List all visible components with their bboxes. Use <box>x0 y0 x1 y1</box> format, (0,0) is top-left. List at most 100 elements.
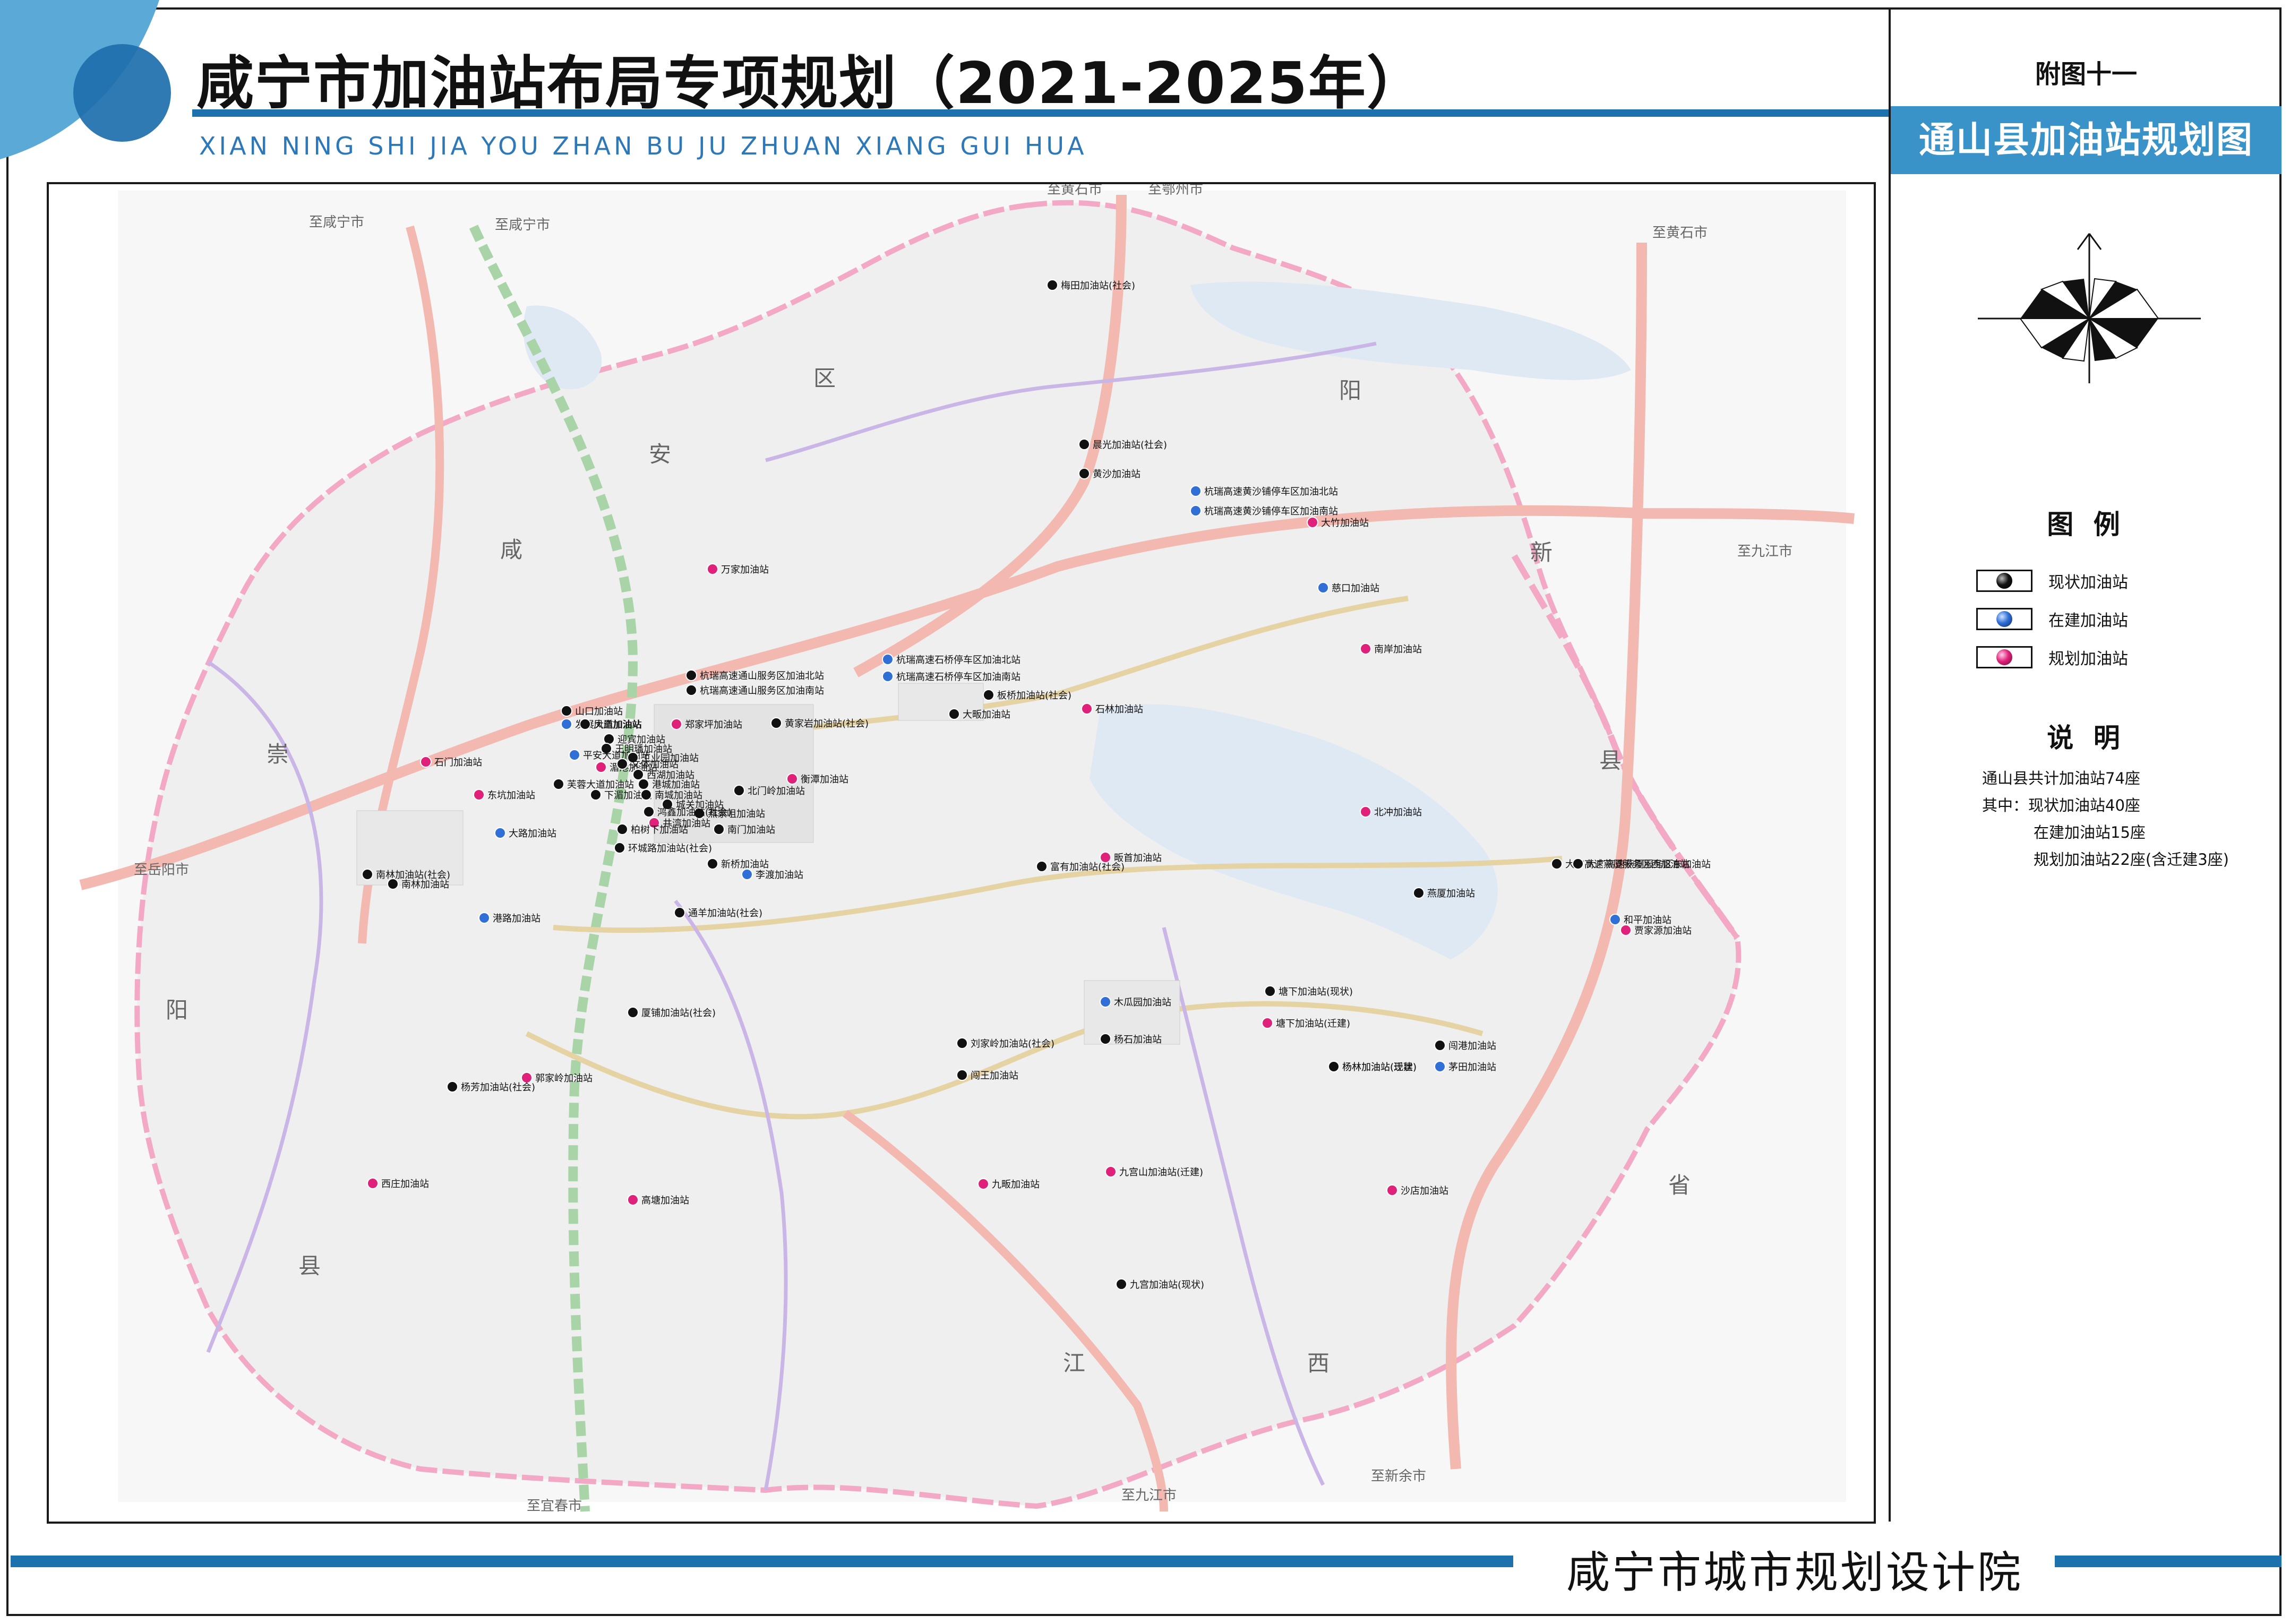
existing-station-icon <box>561 705 572 717</box>
station-marker[interactable]: 环城路加油站(社会) <box>614 842 712 854</box>
region-label: 区 <box>813 365 836 391</box>
region-label: 西 <box>1307 1350 1330 1376</box>
existing-station-icon <box>1996 573 2012 589</box>
existing-station-icon <box>616 758 628 770</box>
construction-station-icon <box>1100 996 1111 1008</box>
station-marker[interactable]: 杭瑞高速通山服务区加油北站 <box>685 669 824 682</box>
station-label: 凤凰加油站 <box>594 719 641 731</box>
planned-station-icon <box>1996 649 2012 665</box>
institute-name: 咸宁市城市规划设计院 <box>1566 1548 2023 1598</box>
construction-station-icon <box>741 869 753 880</box>
construction-station-icon <box>1190 485 1202 497</box>
existing-station-icon <box>1047 279 1058 291</box>
station-label: 塘下加油站(现状) <box>1279 986 1353 998</box>
annex-label: 附图十一 <box>2035 59 2137 89</box>
region-label: 阳 <box>1339 377 1361 403</box>
existing-station-icon <box>640 789 652 801</box>
station-label: 芙蓉大道加油站 <box>567 779 634 790</box>
destination-label: 至黄石市 <box>1047 184 1102 197</box>
existing-station-icon <box>1078 468 1090 479</box>
destination-label: 至九江市 <box>1737 544 1792 560</box>
station-label: 九宫加油站(现状) <box>1130 1279 1204 1291</box>
station-label: 板桥加油站(社会) <box>997 690 1071 701</box>
region-label: 安 <box>649 441 671 467</box>
existing-station-icon <box>627 1007 639 1018</box>
station-label: 大广高速燕厦服务区东加油站 <box>1586 859 1711 870</box>
existing-station-icon <box>1413 887 1425 899</box>
station-label: 大畈加油站 <box>963 709 1010 720</box>
planned-station-icon <box>1105 1166 1117 1178</box>
station-label: 高塘加油站 <box>641 1195 689 1206</box>
station-label: 柏树下加油站 <box>631 824 688 836</box>
station-label: 郑家坪加油站 <box>685 719 742 731</box>
destination-label: 至鄂州市 <box>1148 184 1203 197</box>
station-marker[interactable]: 杭瑞高速黄沙铺停车区加油南站 <box>1190 505 1338 517</box>
planned-station-icon <box>627 1194 639 1206</box>
destination-label: 至黄石市 <box>1652 225 1708 241</box>
existing-station-icon <box>707 858 718 870</box>
legend-item-planned: 规划加油站 <box>1976 645 2128 669</box>
station-label: 石林加油站 <box>1095 704 1143 715</box>
legend-label-existing: 现状加油站 <box>2048 573 2128 592</box>
planned-station-icon <box>1100 852 1111 863</box>
station-label: 环城路加油站(社会) <box>628 843 712 854</box>
station-label: 港城加油站 <box>652 779 700 790</box>
construction-station-icon <box>882 654 894 665</box>
station-label: 九宫山加油站(迁建) <box>1119 1167 1203 1178</box>
destination-label: 至岳阳市 <box>134 862 189 878</box>
existing-station-icon <box>956 1069 968 1081</box>
station-label: 燕厦加油站 <box>1427 888 1475 899</box>
existing-station-icon <box>770 717 782 729</box>
existing-station-icon <box>1036 861 1048 872</box>
note-total: 通山县共计加油站74座 <box>1982 769 2140 787</box>
construction-station-icon <box>1317 582 1329 594</box>
station-label: 港路加油站 <box>493 913 541 924</box>
station-marker[interactable]: 杭瑞高速黄沙铺停车区加油北站 <box>1190 485 1338 497</box>
planned-station-icon <box>786 773 798 785</box>
station-label: 万家加油站 <box>721 564 769 575</box>
station-label: 沙店加油站 <box>1401 1185 1448 1197</box>
note-planned: 规划加油站22座(含迁建3座) <box>2034 850 2229 869</box>
station-marker[interactable]: 刘家岭加油站(社会) <box>956 1037 1054 1050</box>
region-label: 阳 <box>166 997 188 1023</box>
destination-label: 至咸宁市 <box>495 217 550 233</box>
region-label: 崇 <box>267 741 289 767</box>
station-label: 新桥加油站 <box>721 859 769 870</box>
existing-station-icon <box>614 842 625 854</box>
station-label: 木瓜园加油站 <box>1114 997 1171 1008</box>
region-label: 县 <box>298 1253 321 1279</box>
station-label: 九畈加油站 <box>992 1179 1040 1190</box>
station-marker[interactable]: 杭瑞高速通山服务区加油南站 <box>685 684 824 697</box>
station-label: 和平加油站 <box>1624 915 1671 926</box>
station-label: 杨石加油站 <box>1114 1034 1162 1045</box>
station-marker[interactable]: 大广高速燕厦服务区东加油站 <box>1572 858 1711 870</box>
existing-station-icon <box>733 785 745 796</box>
station-label: 杨林加油站(现状) <box>1342 1062 1417 1073</box>
station-label: 西庄加油站 <box>381 1179 429 1190</box>
footer-rule-left <box>11 1556 1513 1567</box>
existing-station-icon <box>447 1081 458 1093</box>
construction-station-icon <box>569 749 580 761</box>
existing-station-icon <box>638 778 649 790</box>
existing-station-icon <box>643 806 655 818</box>
station-label: 黄沙加油站 <box>1093 469 1140 480</box>
station-marker[interactable]: 九宫山加油站(迁建) <box>1105 1166 1203 1178</box>
planned-station-icon <box>1081 703 1093 715</box>
existing-station-icon <box>685 669 697 681</box>
notes-title: 说 明 <box>2047 723 2125 753</box>
existing-station-icon <box>1078 439 1090 450</box>
station-label: 南门加油站 <box>727 824 775 836</box>
region-label: 省 <box>1668 1172 1691 1198</box>
existing-station-icon <box>983 689 994 701</box>
map-canvas: 区安咸崇阳县阳新县江 西省 至咸宁市 至咸宁市至黄石市 至鄂州市至黄石市至九江市至岳阳… <box>79 184 1855 1514</box>
station-label: 杭瑞高速石桥停车区加油北站 <box>896 655 1020 666</box>
legend-title: 图 例 <box>2047 509 2125 540</box>
station-marker[interactable]: 黄家岩加油站(社会) <box>770 717 869 729</box>
station-label: 梅田加油站(社会) <box>1061 280 1135 291</box>
station-marker[interactable]: 杭瑞高速石桥停车区加油南站 <box>882 671 1020 683</box>
station-marker[interactable]: 杭瑞高速石桥停车区加油北站 <box>882 654 1020 666</box>
existing-station-icon <box>553 778 564 790</box>
station-label: 刘家岭加油站(社会) <box>971 1038 1054 1050</box>
destination-label: 至新余市 <box>1371 1468 1426 1484</box>
station-label: 杨芳加油站(社会) <box>461 1082 535 1093</box>
